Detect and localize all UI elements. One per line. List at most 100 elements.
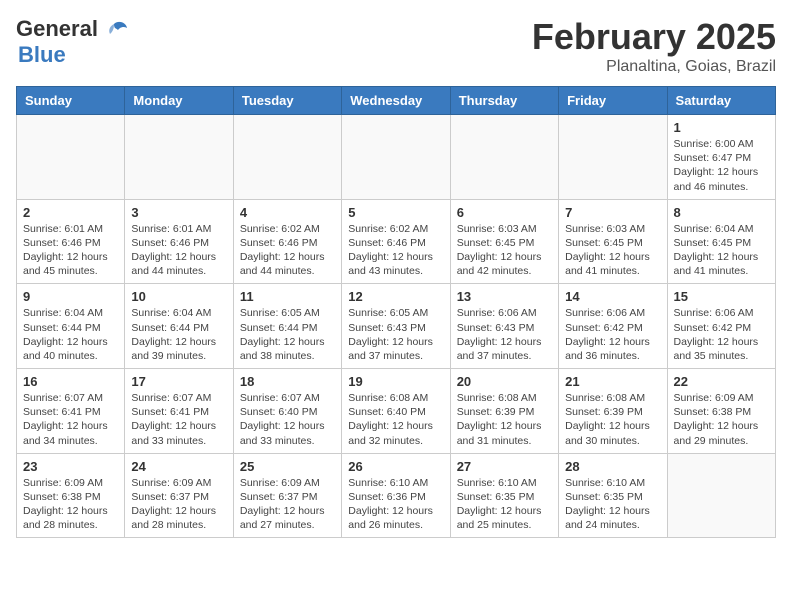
day-info: Sunrise: 6:02 AM Sunset: 6:46 PM Dayligh…: [348, 222, 443, 279]
calendar-cell: 24Sunrise: 6:09 AM Sunset: 6:37 PM Dayli…: [125, 453, 233, 538]
day-number: 15: [674, 289, 769, 304]
day-number: 7: [565, 205, 660, 220]
day-number: 13: [457, 289, 552, 304]
calendar-cell: 27Sunrise: 6:10 AM Sunset: 6:35 PM Dayli…: [450, 453, 558, 538]
calendar-cell: 1 Sunrise: 6:00 AM Sunset: 6:47 PM Daylig…: [667, 115, 775, 200]
weekday-header-saturday: Saturday: [667, 87, 775, 115]
calendar-cell: [342, 115, 450, 200]
day-number: 25: [240, 459, 335, 474]
day-info: Sunrise: 6:02 AM Sunset: 6:46 PM Dayligh…: [240, 222, 335, 279]
calendar-cell: 5 Sunrise: 6:02 AM Sunset: 6:46 PM Daylig…: [342, 199, 450, 284]
logo: General Blue: [16, 16, 128, 68]
day-number: 5: [348, 205, 443, 220]
day-info: Sunrise: 6:03 AM Sunset: 6:45 PM Dayligh…: [565, 222, 660, 279]
calendar-cell: 25 Sunrise: 6:09 AM Sunset: 6:37 PM Dayli…: [233, 453, 341, 538]
calendar-cell: 11 Sunrise: 6:05 AM Sunset: 6:44 PM Dayli…: [233, 284, 341, 369]
calendar-week-1: 1 Sunrise: 6:00 AM Sunset: 6:47 PM Daylig…: [17, 115, 776, 200]
calendar-cell: [667, 453, 775, 538]
day-info: Sunrise: 6:09 AM Sunset: 6:38 PM Dayligh…: [674, 391, 769, 448]
day-info: Sunrise: 6:08 AM Sunset: 6:39 PM Dayligh…: [457, 391, 552, 448]
calendar-cell: 20 Sunrise: 6:08 AM Sunset: 6:39 PM Dayli…: [450, 369, 558, 454]
calendar-cell: [125, 115, 233, 200]
day-number: 14: [565, 289, 660, 304]
day-info: Sunrise: 6:06 AM Sunset: 6:42 PM Dayligh…: [674, 306, 769, 363]
calendar-cell: 18Sunrise: 6:07 AM Sunset: 6:40 PM Dayli…: [233, 369, 341, 454]
calendar-cell: 13Sunrise: 6:06 AM Sunset: 6:43 PM Dayli…: [450, 284, 558, 369]
calendar-week-2: 2 Sunrise: 6:01 AM Sunset: 6:46 PM Daylig…: [17, 199, 776, 284]
calendar-cell: [17, 115, 125, 200]
page-header: General Blue February 2025 Planaltina, G…: [16, 16, 776, 76]
calendar-week-3: 9 Sunrise: 6:04 AM Sunset: 6:44 PM Daylig…: [17, 284, 776, 369]
weekday-header-row: SundayMondayTuesdayWednesdayThursdayFrid…: [17, 87, 776, 115]
day-info: Sunrise: 6:01 AM Sunset: 6:46 PM Dayligh…: [131, 222, 226, 279]
calendar-cell: 2Sunrise: 6:01 AM Sunset: 6:46 PM Daylig…: [17, 199, 125, 284]
day-info: Sunrise: 6:10 AM Sunset: 6:35 PM Dayligh…: [565, 476, 660, 533]
day-info: Sunrise: 6:09 AM Sunset: 6:37 PM Dayligh…: [240, 476, 335, 533]
day-info: Sunrise: 6:04 AM Sunset: 6:45 PM Dayligh…: [674, 222, 769, 279]
day-info: Sunrise: 6:08 AM Sunset: 6:39 PM Dayligh…: [565, 391, 660, 448]
logo-bird-icon: [100, 20, 128, 40]
day-number: 6: [457, 205, 552, 220]
day-number: 8: [674, 205, 769, 220]
calendar-cell: 9 Sunrise: 6:04 AM Sunset: 6:44 PM Daylig…: [17, 284, 125, 369]
location: Planaltina, Goias, Brazil: [532, 58, 776, 76]
weekday-header-monday: Monday: [125, 87, 233, 115]
day-info: Sunrise: 6:07 AM Sunset: 6:41 PM Dayligh…: [23, 391, 118, 448]
calendar-cell: 6 Sunrise: 6:03 AM Sunset: 6:45 PM Daylig…: [450, 199, 558, 284]
calendar-cell: 3 Sunrise: 6:01 AM Sunset: 6:46 PM Daylig…: [125, 199, 233, 284]
day-number: 28: [565, 459, 660, 474]
day-info: Sunrise: 6:10 AM Sunset: 6:36 PM Dayligh…: [348, 476, 443, 533]
day-info: Sunrise: 6:07 AM Sunset: 6:40 PM Dayligh…: [240, 391, 335, 448]
day-number: 27: [457, 459, 552, 474]
calendar-cell: 4 Sunrise: 6:02 AM Sunset: 6:46 PM Daylig…: [233, 199, 341, 284]
calendar-cell: 15 Sunrise: 6:06 AM Sunset: 6:42 PM Dayli…: [667, 284, 775, 369]
day-number: 10: [131, 289, 226, 304]
day-info: Sunrise: 6:03 AM Sunset: 6:45 PM Dayligh…: [457, 222, 552, 279]
calendar-cell: 26Sunrise: 6:10 AM Sunset: 6:36 PM Dayli…: [342, 453, 450, 538]
calendar-cell: 17 Sunrise: 6:07 AM Sunset: 6:41 PM Dayli…: [125, 369, 233, 454]
day-number: 16: [23, 374, 118, 389]
weekday-header-wednesday: Wednesday: [342, 87, 450, 115]
logo-text: General: [16, 16, 128, 42]
calendar-cell: 7 Sunrise: 6:03 AM Sunset: 6:45 PM Daylig…: [559, 199, 667, 284]
calendar-cell: [559, 115, 667, 200]
calendar-week-4: 16 Sunrise: 6:07 AM Sunset: 6:41 PM Dayli…: [17, 369, 776, 454]
day-info: Sunrise: 6:00 AM Sunset: 6:47 PM Dayligh…: [674, 137, 769, 194]
calendar-cell: 14Sunrise: 6:06 AM Sunset: 6:42 PM Dayli…: [559, 284, 667, 369]
logo-blue-text: Blue: [18, 42, 66, 67]
calendar-cell: 10 Sunrise: 6:04 AM Sunset: 6:44 PM Dayli…: [125, 284, 233, 369]
calendar-cell: 21 Sunrise: 6:08 AM Sunset: 6:39 PM Dayli…: [559, 369, 667, 454]
day-info: Sunrise: 6:07 AM Sunset: 6:41 PM Dayligh…: [131, 391, 226, 448]
day-info: Sunrise: 6:05 AM Sunset: 6:44 PM Dayligh…: [240, 306, 335, 363]
weekday-header-friday: Friday: [559, 87, 667, 115]
day-number: 9: [23, 289, 118, 304]
day-info: Sunrise: 6:04 AM Sunset: 6:44 PM Dayligh…: [131, 306, 226, 363]
calendar-cell: 23Sunrise: 6:09 AM Sunset: 6:38 PM Dayli…: [17, 453, 125, 538]
weekday-header-thursday: Thursday: [450, 87, 558, 115]
calendar-cell: 19Sunrise: 6:08 AM Sunset: 6:40 PM Dayli…: [342, 369, 450, 454]
calendar-table: SundayMondayTuesdayWednesdayThursdayFrid…: [16, 86, 776, 538]
day-number: 20: [457, 374, 552, 389]
calendar-cell: 8 Sunrise: 6:04 AM Sunset: 6:45 PM Daylig…: [667, 199, 775, 284]
weekday-header-sunday: Sunday: [17, 87, 125, 115]
day-number: 4: [240, 205, 335, 220]
weekday-header-tuesday: Tuesday: [233, 87, 341, 115]
day-number: 21: [565, 374, 660, 389]
day-info: Sunrise: 6:04 AM Sunset: 6:44 PM Dayligh…: [23, 306, 118, 363]
day-number: 24: [131, 459, 226, 474]
calendar-cell: 16 Sunrise: 6:07 AM Sunset: 6:41 PM Dayli…: [17, 369, 125, 454]
day-number: 23: [23, 459, 118, 474]
day-info: Sunrise: 6:08 AM Sunset: 6:40 PM Dayligh…: [348, 391, 443, 448]
calendar-cell: 22 Sunrise: 6:09 AM Sunset: 6:38 PM Dayli…: [667, 369, 775, 454]
day-number: 1: [674, 120, 769, 135]
month-title: February 2025: [532, 16, 776, 58]
day-number: 2: [23, 205, 118, 220]
calendar-week-5: 23Sunrise: 6:09 AM Sunset: 6:38 PM Dayli…: [17, 453, 776, 538]
day-number: 12: [348, 289, 443, 304]
day-number: 11: [240, 289, 335, 304]
day-number: 17: [131, 374, 226, 389]
calendar-cell: [450, 115, 558, 200]
day-number: 3: [131, 205, 226, 220]
day-number: 22: [674, 374, 769, 389]
title-block: February 2025 Planaltina, Goias, Brazil: [532, 16, 776, 76]
